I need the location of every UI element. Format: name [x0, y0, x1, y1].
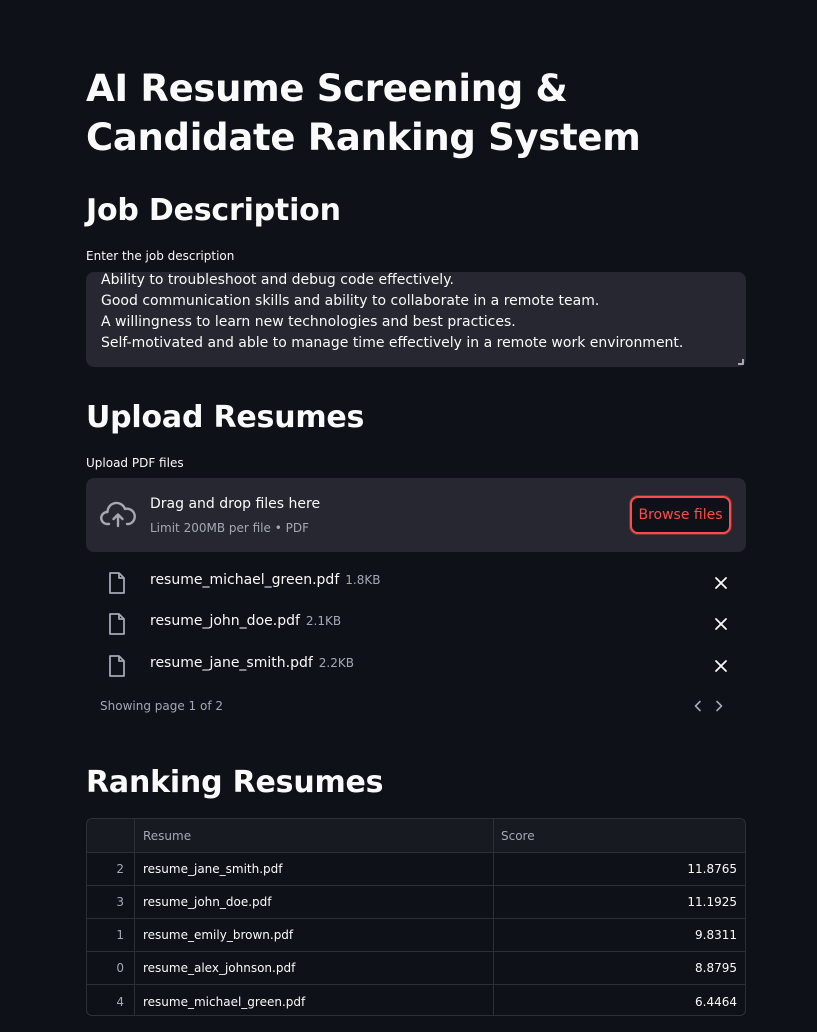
row-index: 4 — [87, 985, 135, 1015]
resume-column-header[interactable]: Resume — [135, 819, 494, 852]
dropzone-title: Drag and drop files here — [150, 496, 321, 512]
page-title: AI Resume Screening & Candidate Ranking … — [86, 67, 641, 159]
chevron-right-icon[interactable] — [713, 700, 725, 712]
uploaded-file-item: resume_john_doe.pdf 2.1KB — [86, 603, 746, 643]
textarea-line: Ability to troubleshoot and debug code e… — [101, 272, 454, 288]
cloud-upload-icon — [100, 501, 136, 528]
table-row[interactable]: 2 resume_jane_smith.pdf 11.8765 — [87, 853, 745, 886]
pagination-text: Showing page 1 of 2 — [100, 699, 223, 713]
file-icon — [109, 655, 125, 677]
file-dropzone[interactable]: Drag and drop files here Limit 200MB per… — [86, 478, 746, 552]
file-icon — [109, 572, 125, 594]
ranking-resumes-heading: Ranking Resumes — [86, 765, 384, 800]
file-size: 2.1KB — [305, 614, 342, 628]
close-icon[interactable] — [713, 616, 729, 632]
dropzone-subtitle: Limit 200MB per file • PDF — [150, 521, 309, 535]
resume-cell[interactable]: resume_alex_johnson.pdf — [135, 952, 494, 984]
job-description-textarea[interactable]: Ability to troubleshoot and debug code e… — [86, 272, 746, 367]
chevron-left-icon[interactable] — [692, 700, 704, 712]
score-column-header[interactable]: Score — [494, 819, 745, 852]
file-name: resume_john_doe.pdf — [150, 613, 300, 629]
table-row[interactable]: 1 resume_emily_brown.pdf 9.8311 — [87, 919, 745, 952]
resume-cell[interactable]: resume_jane_smith.pdf — [135, 853, 494, 885]
file-name: resume_michael_green.pdf — [150, 572, 340, 588]
score-cell[interactable]: 8.8795 — [494, 952, 745, 984]
close-icon[interactable] — [713, 658, 729, 674]
score-cell[interactable]: 11.1925 — [494, 886, 745, 918]
browse-files-button[interactable]: Browse files — [630, 496, 731, 534]
job-description-label: Enter the job description — [86, 249, 235, 263]
textarea-line: Good communication skills and ability to… — [101, 293, 600, 309]
table-header-row: Resume Score — [87, 819, 745, 853]
textarea-line: Self-motivated and able to manage time e… — [101, 335, 684, 351]
file-icon — [109, 613, 125, 635]
uploaded-file-item: resume_jane_smith.pdf 2.2KB — [86, 645, 746, 685]
ranking-table: Resume Score 2 resume_jane_smith.pdf 11.… — [86, 818, 746, 1016]
index-column-header[interactable] — [87, 819, 135, 852]
row-index: 3 — [87, 886, 135, 918]
table-row[interactable]: 3 resume_john_doe.pdf 11.1925 — [87, 886, 745, 919]
uploaded-file-item: resume_michael_green.pdf 1.8KB — [86, 562, 746, 602]
row-index: 1 — [87, 919, 135, 951]
resize-handle-icon[interactable] — [738, 359, 744, 365]
resume-cell[interactable]: resume_emily_brown.pdf — [135, 919, 494, 951]
upload-label: Upload PDF files — [86, 456, 184, 470]
close-icon[interactable] — [713, 575, 729, 591]
table-row[interactable]: 0 resume_alex_johnson.pdf 8.8795 — [87, 952, 745, 985]
table-row[interactable]: 4 resume_michael_green.pdf 6.4464 — [87, 985, 745, 1015]
score-cell[interactable]: 11.8765 — [494, 853, 745, 885]
upload-resumes-heading: Upload Resumes — [86, 400, 365, 435]
score-cell[interactable]: 6.4464 — [494, 985, 745, 1015]
job-description-heading: Job Description — [86, 193, 341, 228]
textarea-line: A willingness to learn new technologies … — [101, 314, 516, 330]
file-size: 2.2KB — [318, 656, 354, 670]
file-name: resume_jane_smith.pdf — [150, 655, 313, 671]
row-index: 0 — [87, 952, 135, 984]
resume-cell[interactable]: resume_john_doe.pdf — [135, 886, 494, 918]
row-index: 2 — [87, 853, 135, 885]
score-cell[interactable]: 9.8311 — [494, 919, 745, 951]
file-size: 1.8KB — [345, 573, 381, 587]
resume-cell[interactable]: resume_michael_green.pdf — [135, 985, 494, 1015]
